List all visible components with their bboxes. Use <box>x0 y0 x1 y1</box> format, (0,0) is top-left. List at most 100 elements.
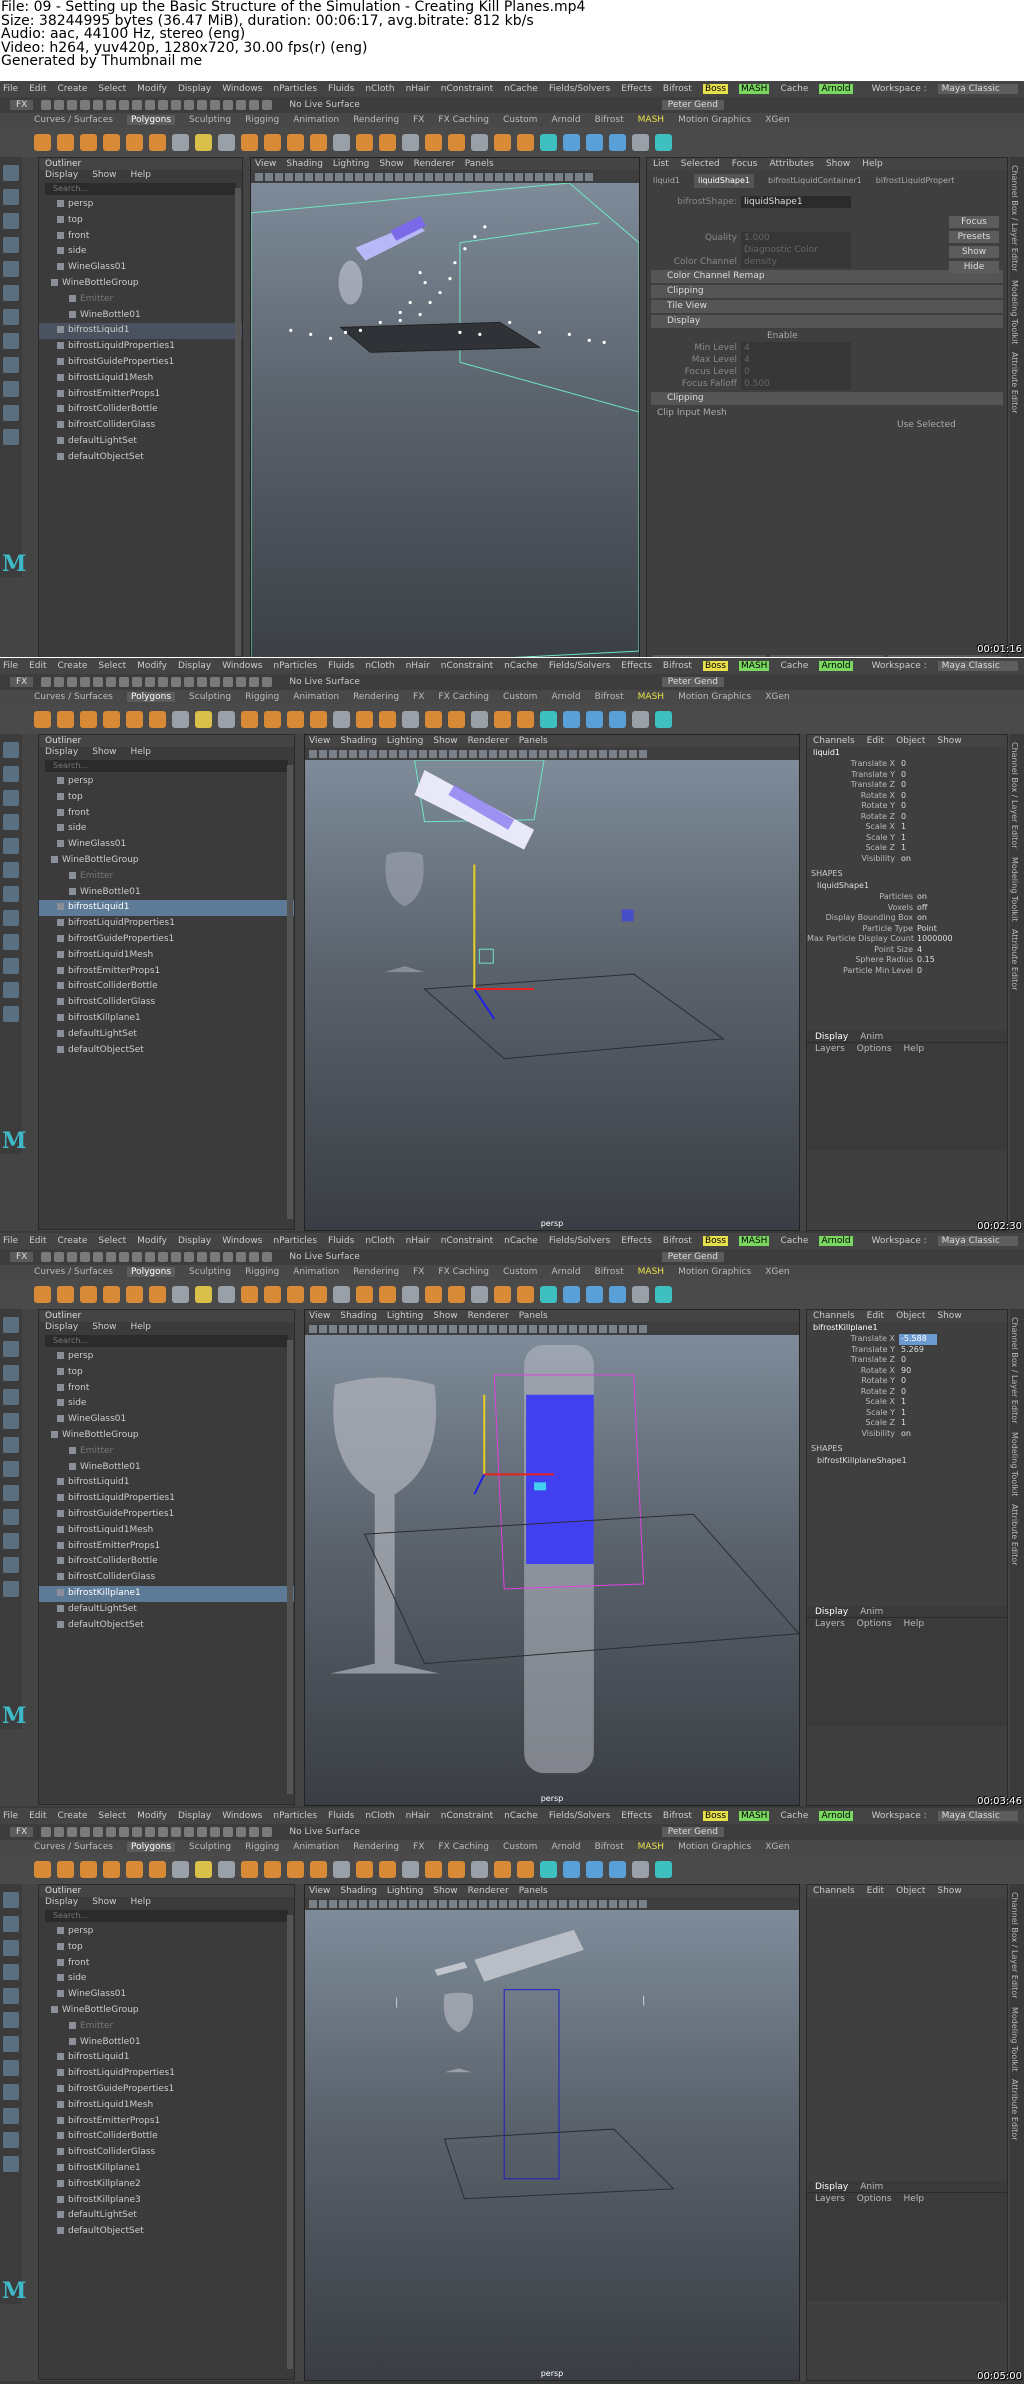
status-tool-icon[interactable] <box>145 1827 156 1837</box>
polygon-tool-icon[interactable] <box>379 1285 396 1303</box>
status-tool-icon[interactable] <box>171 1252 182 1262</box>
outliner-scrollbar[interactable] <box>235 188 241 656</box>
polygon-tool-icon[interactable] <box>609 1285 626 1303</box>
polygon-tool-icon[interactable] <box>287 1285 304 1303</box>
channel-menu-item[interactable]: Show <box>937 735 961 747</box>
mode-select[interactable]: FX <box>10 100 34 110</box>
viewport-tool-icon[interactable] <box>355 172 363 181</box>
outliner-node[interactable]: WineBottle01 <box>39 1460 294 1476</box>
shelf-tab[interactable]: XGen <box>765 1267 789 1277</box>
menu-item[interactable]: Fluids <box>328 661 354 671</box>
outliner-node[interactable]: bifrostColliderGlass <box>39 2145 294 2161</box>
outliner-node[interactable]: persp <box>39 1924 294 1940</box>
menu-item[interactable]: Display <box>178 84 211 94</box>
polygon-tool-icon[interactable] <box>655 1860 672 1878</box>
polygon-tool-icon[interactable] <box>57 1860 74 1878</box>
tool-icon[interactable] <box>3 1533 19 1549</box>
shape-attr-value[interactable]: 0 <box>917 966 957 977</box>
viewport-menu-item[interactable]: Show <box>433 1885 457 1897</box>
vertical-tab[interactable]: Channel Box / Layer Editor <box>1010 742 1019 849</box>
status-tool-icon[interactable] <box>119 677 130 687</box>
menu-item[interactable]: Edit <box>29 84 46 94</box>
polygon-tool-icon[interactable] <box>356 133 373 151</box>
viewport-persp[interactable]: View Shading Lighting Show Renderer Panels pe… <box>304 734 800 1231</box>
layer-menu-item[interactable]: Options <box>857 2193 892 2205</box>
viewport-tool-icon[interactable] <box>359 1324 367 1333</box>
menu-arnold[interactable]: Arnold <box>819 1236 853 1246</box>
viewport-tool-icon[interactable] <box>569 749 577 758</box>
tool-icon[interactable] <box>3 2036 19 2052</box>
status-tool-icon[interactable] <box>106 677 117 687</box>
status-tool-icon[interactable] <box>210 677 221 687</box>
outliner-search-input[interactable]: Search... <box>45 183 236 195</box>
shelf-tab[interactable]: Bifrost <box>595 1267 624 1277</box>
polygon-tool-icon[interactable] <box>586 1285 603 1303</box>
menu-boss[interactable]: Boss <box>702 661 729 671</box>
viewport-tool-icon[interactable] <box>419 1899 427 1908</box>
channel-row[interactable]: Translate Z 0 <box>807 780 1007 791</box>
menu-cache[interactable]: Cache <box>780 1811 808 1821</box>
channel-row[interactable]: Rotate Z 0 <box>807 1387 1007 1398</box>
polygon-tool-icon[interactable] <box>448 710 465 728</box>
attr-side-button[interactable]: Focus <box>949 216 999 228</box>
channel-value[interactable]: on <box>899 854 937 865</box>
menu-item[interactable]: nCache <box>504 661 538 671</box>
status-tool-icon[interactable] <box>171 1827 182 1837</box>
menu-item[interactable]: Edit <box>29 661 46 671</box>
polygon-tool-icon[interactable] <box>333 1860 350 1878</box>
status-tool-icon[interactable] <box>158 677 169 687</box>
polygon-tool-icon[interactable] <box>34 710 51 728</box>
menu-item[interactable]: Modify <box>137 84 167 94</box>
menu-item[interactable]: nCache <box>504 84 538 94</box>
channel-row[interactable]: Visibility on <box>807 1429 1007 1440</box>
channel-value[interactable]: 0 <box>899 1387 937 1398</box>
status-tool-icon[interactable] <box>41 1827 52 1837</box>
polygon-tool-icon[interactable] <box>655 710 672 728</box>
outliner-node[interactable]: front <box>39 1956 294 1972</box>
status-tool-icon[interactable] <box>210 1252 221 1262</box>
viewport-tool-icon[interactable] <box>539 1899 547 1908</box>
vertical-tab[interactable]: Modeling Toolkit <box>1010 1432 1019 1496</box>
polygon-tool-icon[interactable] <box>448 1860 465 1878</box>
menu-item[interactable]: Edit <box>29 1811 46 1821</box>
tool-icon[interactable] <box>3 333 19 349</box>
viewport-tool-icon[interactable] <box>439 1899 447 1908</box>
status-tool-icon[interactable] <box>249 677 260 687</box>
polygon-tool-icon[interactable] <box>149 1285 166 1303</box>
shelf-tab[interactable]: XGen <box>765 115 789 125</box>
status-tool-icon[interactable] <box>67 1252 78 1262</box>
tool-icon[interactable] <box>3 1509 19 1525</box>
polygon-tool-icon[interactable] <box>563 133 580 151</box>
attr-value[interactable]: 4 <box>741 342 851 354</box>
shelf-tab[interactable]: MASH <box>638 1267 664 1277</box>
outliner-scrollbar[interactable] <box>287 1340 293 1794</box>
polygon-tool-icon[interactable] <box>264 1285 281 1303</box>
menu-item[interactable]: nCloth <box>365 1236 394 1246</box>
viewport-tool-icon[interactable] <box>375 172 383 181</box>
channel-row[interactable]: Translate X -5.588 <box>807 1334 1007 1345</box>
viewport-tool-icon[interactable] <box>255 172 263 181</box>
viewport-tool-icon[interactable] <box>575 172 583 181</box>
layer-menu-item[interactable]: Help <box>904 2193 925 2205</box>
menu-item[interactable]: File <box>3 84 18 94</box>
polygon-tool-icon[interactable] <box>356 710 373 728</box>
viewport-tool-icon[interactable] <box>369 1899 377 1908</box>
polygon-tool-icon[interactable] <box>471 133 488 151</box>
polygon-tool-icon[interactable] <box>356 1860 373 1878</box>
outliner-node[interactable]: top <box>39 213 242 229</box>
outliner-node[interactable]: front <box>39 806 294 822</box>
viewport-tool-icon[interactable] <box>389 749 397 758</box>
shelf-tab[interactable]: Curves / Surfaces <box>34 1842 113 1852</box>
status-tool-icon[interactable] <box>67 100 78 110</box>
status-tool-icon[interactable] <box>249 1252 260 1262</box>
viewport-tool-icon[interactable] <box>445 172 453 181</box>
viewport-tool-icon[interactable] <box>589 749 597 758</box>
menu-item[interactable]: Windows <box>222 84 262 94</box>
attr-tab[interactable]: bifrostLiquidPropert <box>876 174 955 188</box>
status-tool-icon[interactable] <box>93 677 104 687</box>
status-tool-icon[interactable] <box>80 677 91 687</box>
status-tool-icon[interactable] <box>106 100 117 110</box>
viewport-menu-item[interactable]: Renderer <box>414 158 455 170</box>
viewport-tool-icon[interactable] <box>459 1324 467 1333</box>
status-tool-icon[interactable] <box>197 677 208 687</box>
